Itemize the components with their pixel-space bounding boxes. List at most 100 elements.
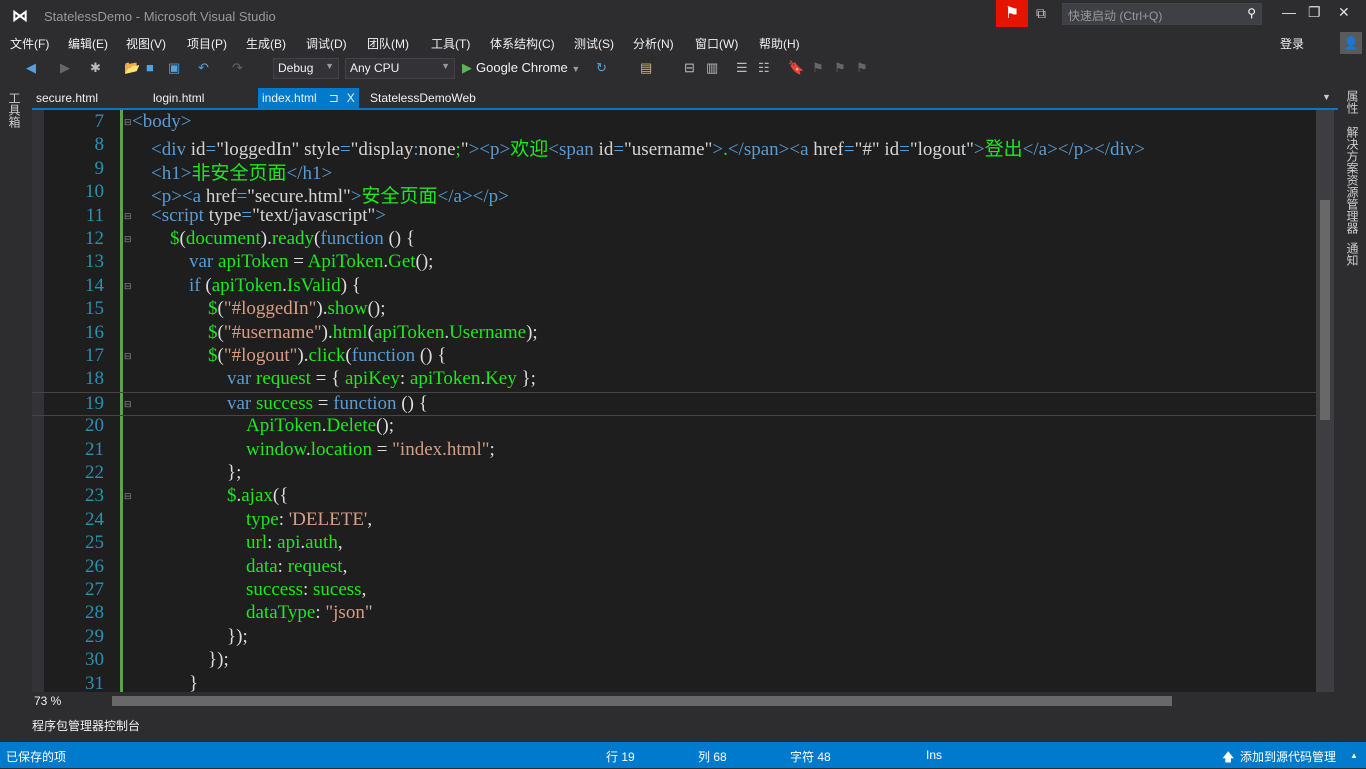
line-number: 24 xyxy=(85,508,104,530)
notifications-tab[interactable]: 通知 xyxy=(1344,242,1361,266)
minimize-button[interactable]: — xyxy=(1282,4,1296,20)
code-line: 10 <p><a href="secure.html">安全页面</a></p> xyxy=(32,181,1316,207)
platform-select[interactable]: Any CPU ▼ xyxy=(345,58,455,79)
add-to-source-control-button[interactable]: 添加到源代码管理 xyxy=(1240,748,1336,765)
pin-icon[interactable]: ⊐ xyxy=(329,91,339,105)
save-icon[interactable]: ■ xyxy=(146,60,154,75)
tab-statelessdemoweb[interactable]: StatelessDemoWeb xyxy=(366,88,480,108)
comment-icon[interactable]: ☰ xyxy=(736,60,748,76)
fold-toggle-icon[interactable]: ⊟ xyxy=(124,351,132,362)
close-button[interactable]: ✕ xyxy=(1338,4,1350,21)
close-tab-icon[interactable]: X xyxy=(347,91,355,105)
code-token: = xyxy=(241,204,253,226)
code-text: data: request, xyxy=(246,556,347,578)
code-token: () { xyxy=(383,228,415,249)
configuration-select[interactable]: Debug ▼ xyxy=(273,58,339,79)
browser-link-icon[interactable]: ▤ xyxy=(640,60,652,76)
uncomment-icon[interactable]: ☷ xyxy=(758,60,770,76)
menu-item[interactable]: 帮助(H) xyxy=(759,35,800,52)
code-token: , xyxy=(342,555,348,577)
clear-bookmarks-icon[interactable]: ⚑ xyxy=(856,60,868,76)
redo-icon[interactable]: ↷ xyxy=(232,60,243,76)
bookmark-icon[interactable]: 🔖 xyxy=(788,60,804,76)
next-bookmark-icon[interactable]: ⚑ xyxy=(834,60,846,76)
menu-item[interactable]: 团队(M) xyxy=(367,35,409,52)
avatar[interactable]: 👤 xyxy=(1340,32,1362,54)
code-token: apiToken xyxy=(409,368,481,390)
quick-launch-input[interactable]: 快速启动 (Ctrl+Q) ⚲ xyxy=(1062,3,1262,25)
code-token: : xyxy=(399,368,410,390)
zoom-level-select[interactable]: 73 % xyxy=(34,694,61,708)
package-manager-console-tab[interactable]: 程序包管理器控制台 xyxy=(32,717,140,734)
code-token: = xyxy=(288,251,308,273)
code-token: apiKey xyxy=(344,368,400,390)
code-token: function xyxy=(351,345,416,366)
fold-toggle-icon[interactable]: ⊟ xyxy=(124,399,132,410)
login-link[interactable]: 登录 xyxy=(1280,35,1304,52)
save-all-icon[interactable]: ▣ xyxy=(168,60,180,76)
horizontal-scroll-thumb[interactable] xyxy=(112,696,1172,706)
code-token: Username xyxy=(449,321,527,343)
step-icon[interactable]: ⊟ xyxy=(684,60,695,76)
code-editor[interactable]: 7 ⊟ <body> 8 <div id="loggedIn" style="displ… xyxy=(32,110,1334,694)
layout-icon[interactable]: ▥ xyxy=(706,60,718,76)
tab-secure-html[interactable]: secure.html xyxy=(32,88,102,108)
code-token: var xyxy=(189,251,219,273)
fold-toggle-icon[interactable]: ⊟ xyxy=(124,117,132,128)
code-token: "#logout" xyxy=(223,345,298,366)
menu-item[interactable]: 测试(S) xyxy=(574,35,614,52)
menu-item[interactable]: 窗口(W) xyxy=(695,35,738,52)
open-file-icon[interactable]: 📂 xyxy=(124,60,140,76)
platform-value: Any CPU xyxy=(350,61,400,75)
toolbox-panel-tab[interactable]: 工具箱 xyxy=(0,88,26,728)
undo-icon[interactable]: ↶ xyxy=(198,60,209,76)
code-text: <body> xyxy=(132,111,191,133)
menu-item[interactable]: 体系结构(C) xyxy=(490,35,555,52)
menu-item[interactable]: 视图(V) xyxy=(126,35,166,52)
menu-item[interactable]: 工具(T) xyxy=(431,35,470,52)
start-debugging-button[interactable]: ▶ Google Chrome ▼ xyxy=(462,60,580,76)
prev-bookmark-icon[interactable]: ⚑ xyxy=(812,60,824,76)
fold-toggle-icon[interactable]: ⊟ xyxy=(124,281,132,292)
vertical-scrollbar[interactable] xyxy=(1316,110,1334,694)
code-line: 16 $("#username").html(apiToken.Username)… xyxy=(32,322,1316,346)
code-line: 18 var request = { apiKey: apiToken.Key }… xyxy=(32,368,1316,392)
maximize-button[interactable]: ❐ xyxy=(1308,4,1321,21)
tab-login-html[interactable]: login.html xyxy=(149,88,208,108)
forward-icon[interactable]: ▶ xyxy=(60,60,70,76)
code-text: <script type="text/javascript"> xyxy=(151,205,386,227)
code-line: 8 <div id="loggedIn" style="display:none;… xyxy=(32,134,1316,160)
code-token: ApiToken xyxy=(307,251,384,273)
line-number: 11 xyxy=(85,204,104,226)
code-token: var xyxy=(227,368,257,390)
properties-tab[interactable]: 属性 xyxy=(1344,90,1361,114)
code-line: 13 var apiToken = ApiToken.Get(); xyxy=(32,251,1316,275)
menu-item[interactable]: 编辑(E) xyxy=(68,35,108,52)
menu-item[interactable]: 分析(N) xyxy=(633,35,674,52)
chevron-up-icon[interactable]: ▲ xyxy=(1350,751,1358,760)
menu-item[interactable]: 文件(F) xyxy=(10,35,49,52)
fold-toggle-icon[interactable]: ⊟ xyxy=(124,211,132,222)
new-project-icon[interactable]: ✱ xyxy=(90,60,101,76)
refresh-icon[interactable]: ↻ xyxy=(596,60,607,76)
menu-item[interactable]: 调试(D) xyxy=(306,35,347,52)
code-token: success xyxy=(246,579,303,600)
line-number: 20 xyxy=(85,415,104,437)
status-line: 行 19 xyxy=(606,750,635,764)
fold-toggle-icon[interactable]: ⊟ xyxy=(124,491,132,502)
tab-index-html[interactable]: index.html ⊐ X xyxy=(258,88,359,108)
back-icon[interactable]: ◀ xyxy=(26,60,36,76)
menu-item[interactable]: 生成(B) xyxy=(246,35,286,52)
tab-overflow-chevron-icon[interactable]: ▼ xyxy=(1322,92,1331,102)
code-token: "text/javascript" xyxy=(252,204,376,226)
code-token: ({ xyxy=(272,485,289,507)
fold-toggle-icon[interactable]: ⊟ xyxy=(124,234,132,245)
code-token: document xyxy=(185,228,261,249)
feedback-icon[interactable]: ⧉ xyxy=(1036,5,1046,22)
menu-item[interactable]: 项目(P) xyxy=(187,35,227,52)
notification-flag-icon[interactable]: ⚑ xyxy=(996,0,1028,27)
line-number: 26 xyxy=(85,555,104,577)
tab-label: index.html xyxy=(262,91,317,105)
vertical-scroll-thumb[interactable] xyxy=(1320,200,1330,420)
solution-explorer-tab[interactable]: 解决方案资源管理器 xyxy=(1344,126,1361,234)
